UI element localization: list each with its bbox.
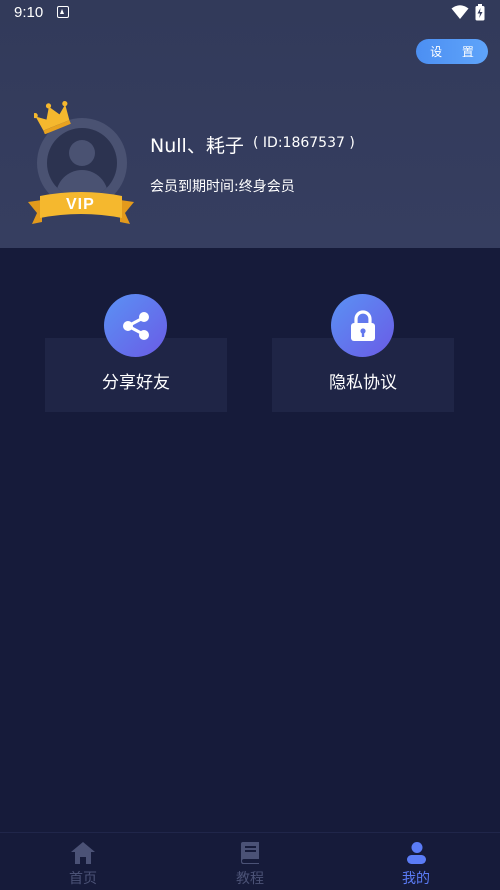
username: Null、耗子 bbox=[150, 135, 244, 157]
bottom-tab-bar: 首页 教程 我的 bbox=[0, 832, 500, 890]
tab-tutorial-label: 教程 bbox=[236, 871, 264, 887]
home-icon bbox=[71, 842, 95, 864]
default-avatar-icon bbox=[47, 128, 117, 198]
lock-icon[interactable] bbox=[331, 294, 394, 357]
share-icon[interactable] bbox=[104, 294, 167, 357]
wifi-icon bbox=[451, 5, 469, 19]
notification-icon bbox=[57, 6, 69, 18]
tab-tutorial[interactable]: 教程 bbox=[190, 833, 310, 890]
member-expiry: 会员到期时间:终身会员 bbox=[150, 179, 295, 195]
share-friends-label: 分享好友 bbox=[102, 373, 170, 393]
tab-mine[interactable]: 我的 bbox=[356, 833, 476, 890]
user-id: ( ID:1867537 ) bbox=[253, 135, 355, 151]
status-time: 9:10 bbox=[14, 4, 44, 21]
tab-home-label: 首页 bbox=[69, 871, 97, 887]
vip-badge: VIP bbox=[66, 196, 95, 213]
status-bar: 9:10 bbox=[0, 0, 500, 26]
tab-mine-label: 我的 bbox=[402, 871, 430, 887]
settings-button[interactable]: 设 置 bbox=[416, 39, 488, 64]
battery-icon bbox=[475, 4, 485, 21]
user-icon bbox=[407, 842, 426, 864]
tab-home[interactable]: 首页 bbox=[23, 833, 143, 890]
avatar[interactable]: VIP bbox=[28, 100, 134, 226]
crown-icon bbox=[34, 100, 71, 134]
privacy-policy-label: 隐私协议 bbox=[329, 373, 397, 393]
book-icon bbox=[241, 842, 259, 864]
